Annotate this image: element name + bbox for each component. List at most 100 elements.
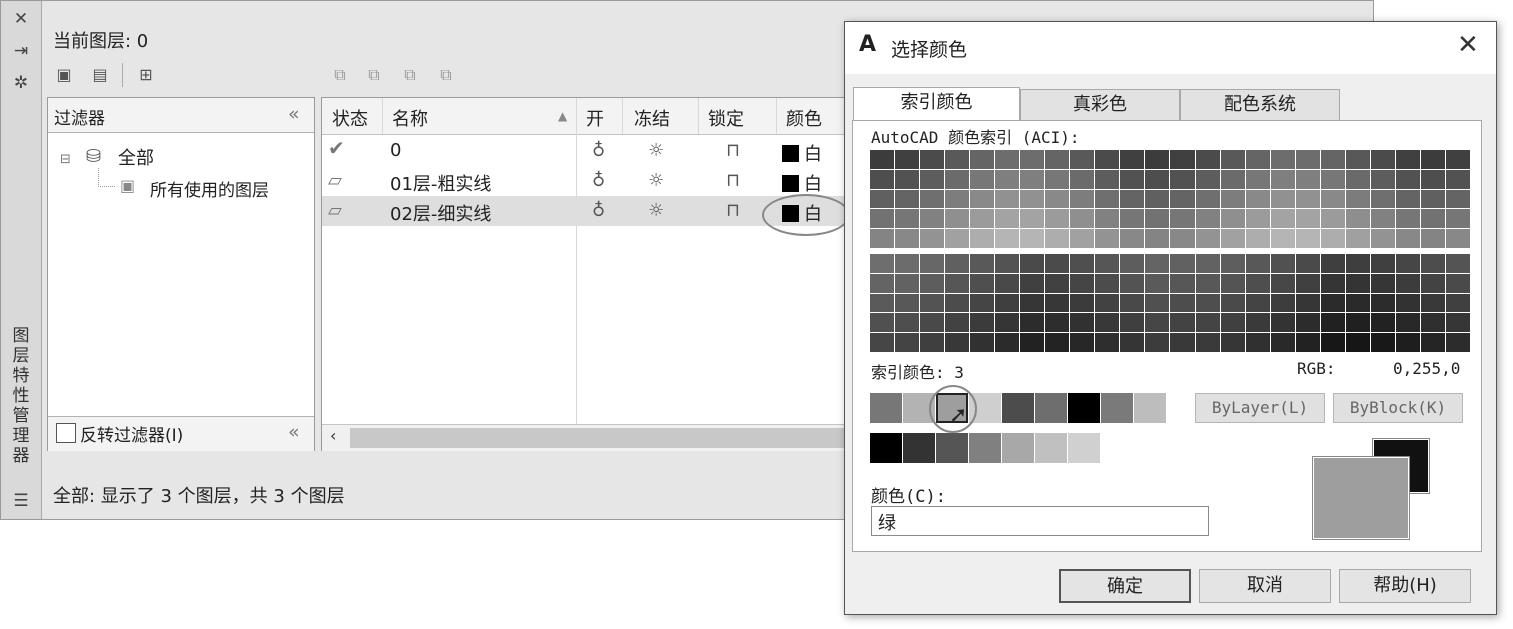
aci-color-cell[interactable]	[1345, 150, 1370, 169]
aci-color-cell[interactable]	[1120, 333, 1145, 352]
layer-row[interactable]: ✔ 0 ♁ ☼ ⊓ 白	[322, 136, 849, 166]
aci-color-cell[interactable]	[1445, 189, 1470, 209]
aci-color-cell[interactable]	[1020, 169, 1045, 189]
aci-palette-lower[interactable]	[870, 254, 1470, 352]
aci-color-cell[interactable]	[945, 293, 970, 313]
aci-color-cell[interactable]	[1445, 313, 1470, 333]
aci-color-cell[interactable]	[1170, 293, 1195, 313]
aci-color-cell[interactable]	[1295, 313, 1320, 333]
aci-color-cell[interactable]	[1445, 209, 1470, 229]
aci-color-cell[interactable]	[1295, 254, 1320, 273]
layer-row[interactable]: ▱ 01层-粗实线 ♁ ☼ ⊓ 白	[322, 166, 849, 196]
aci-color-cell[interactable]	[945, 229, 970, 248]
aci-color-cell[interactable]	[1445, 169, 1470, 189]
new-layer-icon[interactable]: ⧉	[329, 65, 351, 85]
aci-color-cell[interactable]	[895, 209, 920, 229]
aci-color-cell[interactable]	[1270, 229, 1295, 248]
aci-color-cell[interactable]	[1395, 254, 1420, 273]
aci-color-cell[interactable]	[1445, 150, 1470, 169]
aci-color-cell[interactable]	[1345, 229, 1370, 248]
aci-color-cell[interactable]	[1095, 313, 1120, 333]
bulb-on-icon[interactable]: ♁	[592, 140, 605, 161]
aci-color-cell[interactable]	[1420, 209, 1445, 229]
aci-color-cell[interactable]	[1045, 209, 1070, 229]
aci-color-cell[interactable]	[1245, 293, 1270, 313]
aci-color-cell[interactable]	[1395, 333, 1420, 352]
aci-color-cell[interactable]	[1020, 209, 1045, 229]
standard-color-swatch[interactable]	[870, 393, 902, 423]
aci-color-cell[interactable]	[895, 169, 920, 189]
set-current-icon[interactable]: ⧉	[435, 65, 457, 85]
aci-color-cell[interactable]	[895, 333, 920, 352]
aci-color-cell[interactable]	[870, 209, 895, 229]
aci-color-cell[interactable]	[1345, 209, 1370, 229]
aci-color-cell[interactable]	[1220, 273, 1245, 293]
aci-color-cell[interactable]	[1270, 273, 1295, 293]
aci-color-cell[interactable]	[1320, 273, 1345, 293]
aci-color-cell[interactable]	[1020, 293, 1045, 313]
aci-color-cell[interactable]	[1170, 229, 1195, 248]
aci-color-cell[interactable]	[1020, 313, 1045, 333]
new-group-filter-icon[interactable]: ▤	[89, 65, 111, 85]
cancel-button[interactable]: 取消	[1199, 569, 1331, 603]
aci-color-cell[interactable]	[1420, 333, 1445, 352]
gray-shade-swatch[interactable]	[1035, 433, 1067, 463]
aci-color-cell[interactable]	[1145, 169, 1170, 189]
aci-color-cell[interactable]	[1070, 254, 1095, 273]
aci-color-cell[interactable]	[1095, 273, 1120, 293]
close-icon[interactable]: ✕	[9, 7, 33, 31]
aci-color-cell[interactable]	[1070, 293, 1095, 313]
column-header-lock[interactable]: 锁定	[708, 105, 744, 131]
gray-shade-swatch[interactable]	[1068, 433, 1100, 463]
aci-color-cell[interactable]	[1270, 150, 1295, 169]
collapse-icon[interactable]: «	[288, 421, 300, 443]
aci-color-cell[interactable]	[1170, 209, 1195, 229]
aci-color-cell[interactable]	[1245, 254, 1270, 273]
aci-color-cell[interactable]	[970, 313, 995, 333]
scroll-left-icon[interactable]: ‹	[330, 426, 336, 445]
aci-color-cell[interactable]	[1120, 209, 1145, 229]
aci-color-cell[interactable]	[1270, 313, 1295, 333]
aci-color-cell[interactable]	[1195, 150, 1220, 169]
ok-button[interactable]: 确定	[1059, 569, 1191, 603]
aci-color-cell[interactable]	[870, 150, 895, 169]
aci-color-cell[interactable]	[1145, 229, 1170, 248]
aci-color-cell[interactable]	[1195, 273, 1220, 293]
aci-color-cell[interactable]	[1220, 313, 1245, 333]
aci-color-cell[interactable]	[1070, 333, 1095, 352]
aci-color-cell[interactable]	[1345, 254, 1370, 273]
aci-color-cell[interactable]	[920, 229, 945, 248]
aci-color-cell[interactable]	[1370, 229, 1395, 248]
aci-color-cell[interactable]	[995, 229, 1020, 248]
aci-color-cell[interactable]	[1120, 189, 1145, 209]
aci-color-cell[interactable]	[1120, 293, 1145, 313]
aci-color-cell[interactable]	[1320, 254, 1345, 273]
aci-color-cell[interactable]	[1420, 229, 1445, 248]
aci-color-cell[interactable]	[1295, 273, 1320, 293]
horizontal-scrollbar[interactable]: ‹	[322, 424, 849, 451]
aci-color-cell[interactable]	[1270, 209, 1295, 229]
aci-color-cell[interactable]	[1270, 189, 1295, 209]
aci-color-cell[interactable]	[945, 313, 970, 333]
aci-color-cell[interactable]	[1220, 254, 1245, 273]
aci-color-cell[interactable]	[1295, 169, 1320, 189]
byblock-button[interactable]: ByBlock(K)	[1333, 393, 1463, 423]
aci-color-cell[interactable]	[970, 209, 995, 229]
unlocked-icon[interactable]: ⊓	[726, 200, 740, 221]
aci-color-cell[interactable]	[1445, 254, 1470, 273]
aci-color-cell[interactable]	[1195, 229, 1220, 248]
aci-color-cell[interactable]	[1120, 254, 1145, 273]
close-icon[interactable]: ✕	[1457, 30, 1479, 60]
aci-color-cell[interactable]	[1020, 333, 1045, 352]
collapse-icon[interactable]: «	[288, 103, 300, 125]
tree-item-all-used-layers[interactable]: 所有使用的图层	[150, 176, 269, 201]
aci-color-cell[interactable]	[1345, 313, 1370, 333]
aci-color-cell[interactable]	[1445, 293, 1470, 313]
aci-color-cell[interactable]	[1420, 313, 1445, 333]
aci-color-cell[interactable]	[1395, 313, 1420, 333]
aci-color-cell[interactable]	[1395, 229, 1420, 248]
aci-color-cell[interactable]	[1220, 169, 1245, 189]
aci-color-cell[interactable]	[920, 293, 945, 313]
aci-color-cell[interactable]	[995, 169, 1020, 189]
aci-color-cell[interactable]	[1045, 189, 1070, 209]
